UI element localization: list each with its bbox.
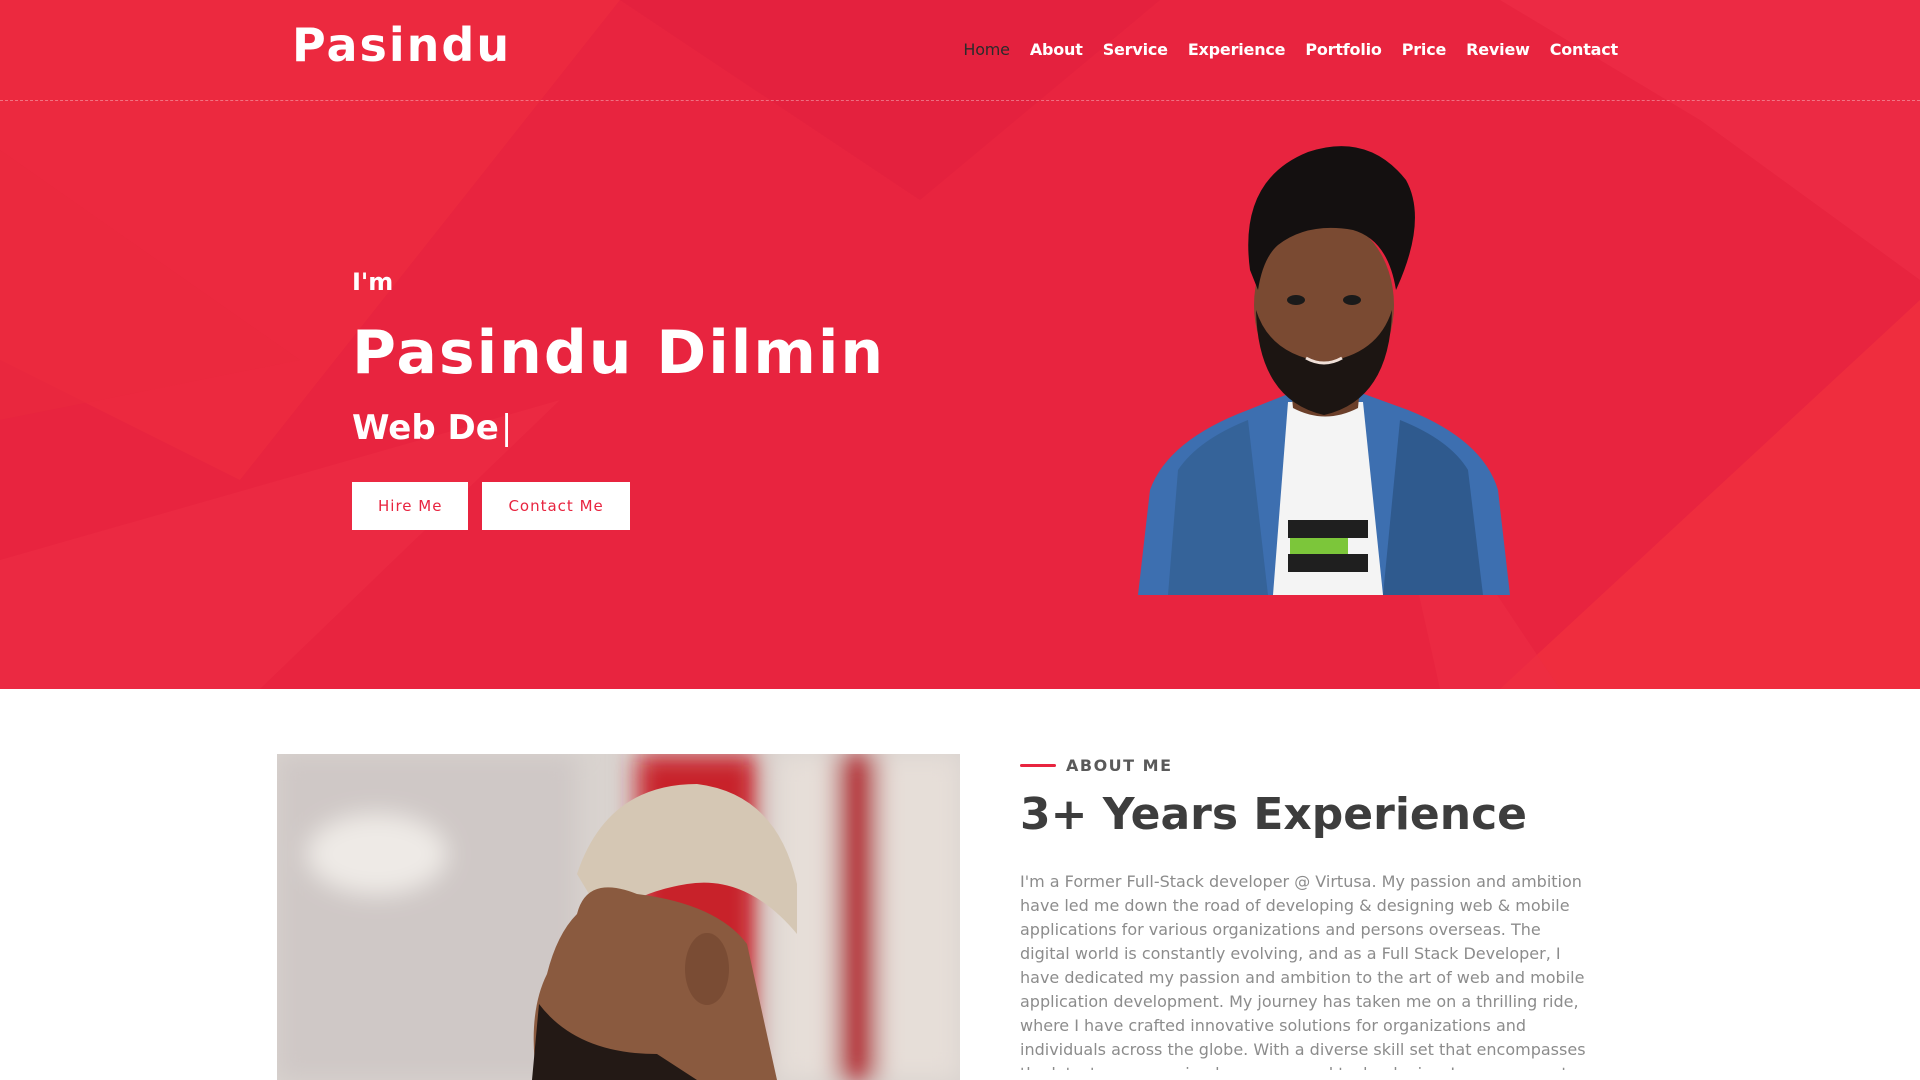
about-eyebrow-label: ABOUT ME (1066, 756, 1173, 775)
hero-intro: I'm Pasindu Dilmin Web De| Hire Me Conta… (352, 268, 885, 530)
nav-item-service[interactable]: Service (1103, 40, 1168, 59)
hero-portrait-image (1138, 146, 1510, 595)
nav-item-review[interactable]: Review (1466, 40, 1530, 59)
hero-name: Pasindu Dilmin (352, 318, 886, 388)
nav-item-portfolio[interactable]: Portfolio (1305, 40, 1382, 59)
hero-role-text: Web De (352, 408, 499, 448)
about-eyebrow: ABOUT ME (1020, 756, 1590, 775)
contact-me-button[interactable]: Contact Me (482, 482, 630, 530)
top-navigation: Pasindu Home About Service Experience Po… (0, 0, 1920, 101)
eyebrow-accent-line (1020, 764, 1056, 767)
hero-role: Web De| (352, 408, 885, 448)
about-title: 3+ Years Experience (1020, 789, 1528, 840)
hero-greeting: I'm (352, 268, 394, 296)
nav-item-home[interactable]: Home (963, 40, 1010, 59)
nav-item-about[interactable]: About (1030, 40, 1083, 59)
about-section: ABOUT ME 3+ Years Experience I'm a Forme… (1020, 756, 1590, 1070)
hero-background-shapes (0, 0, 1920, 689)
nav-item-contact[interactable]: Contact (1550, 40, 1619, 59)
about-paragraph: I'm a Former Full-Stack developer @ Virt… (1020, 872, 1586, 1070)
about-photo (277, 754, 960, 1080)
nav-menu: Home About Service Experience Portfolio … (963, 40, 1618, 59)
site-logo[interactable]: Pasindu (292, 18, 511, 72)
hero-section: Pasindu Home About Service Experience Po… (0, 0, 1920, 689)
hero-buttons: Hire Me Contact Me (352, 482, 885, 530)
nav-item-experience[interactable]: Experience (1188, 40, 1286, 59)
hire-me-button[interactable]: Hire Me (352, 482, 469, 530)
about-photo-graphic (277, 754, 960, 1080)
nav-item-price[interactable]: Price (1402, 40, 1447, 59)
typing-cursor: | (500, 408, 513, 448)
